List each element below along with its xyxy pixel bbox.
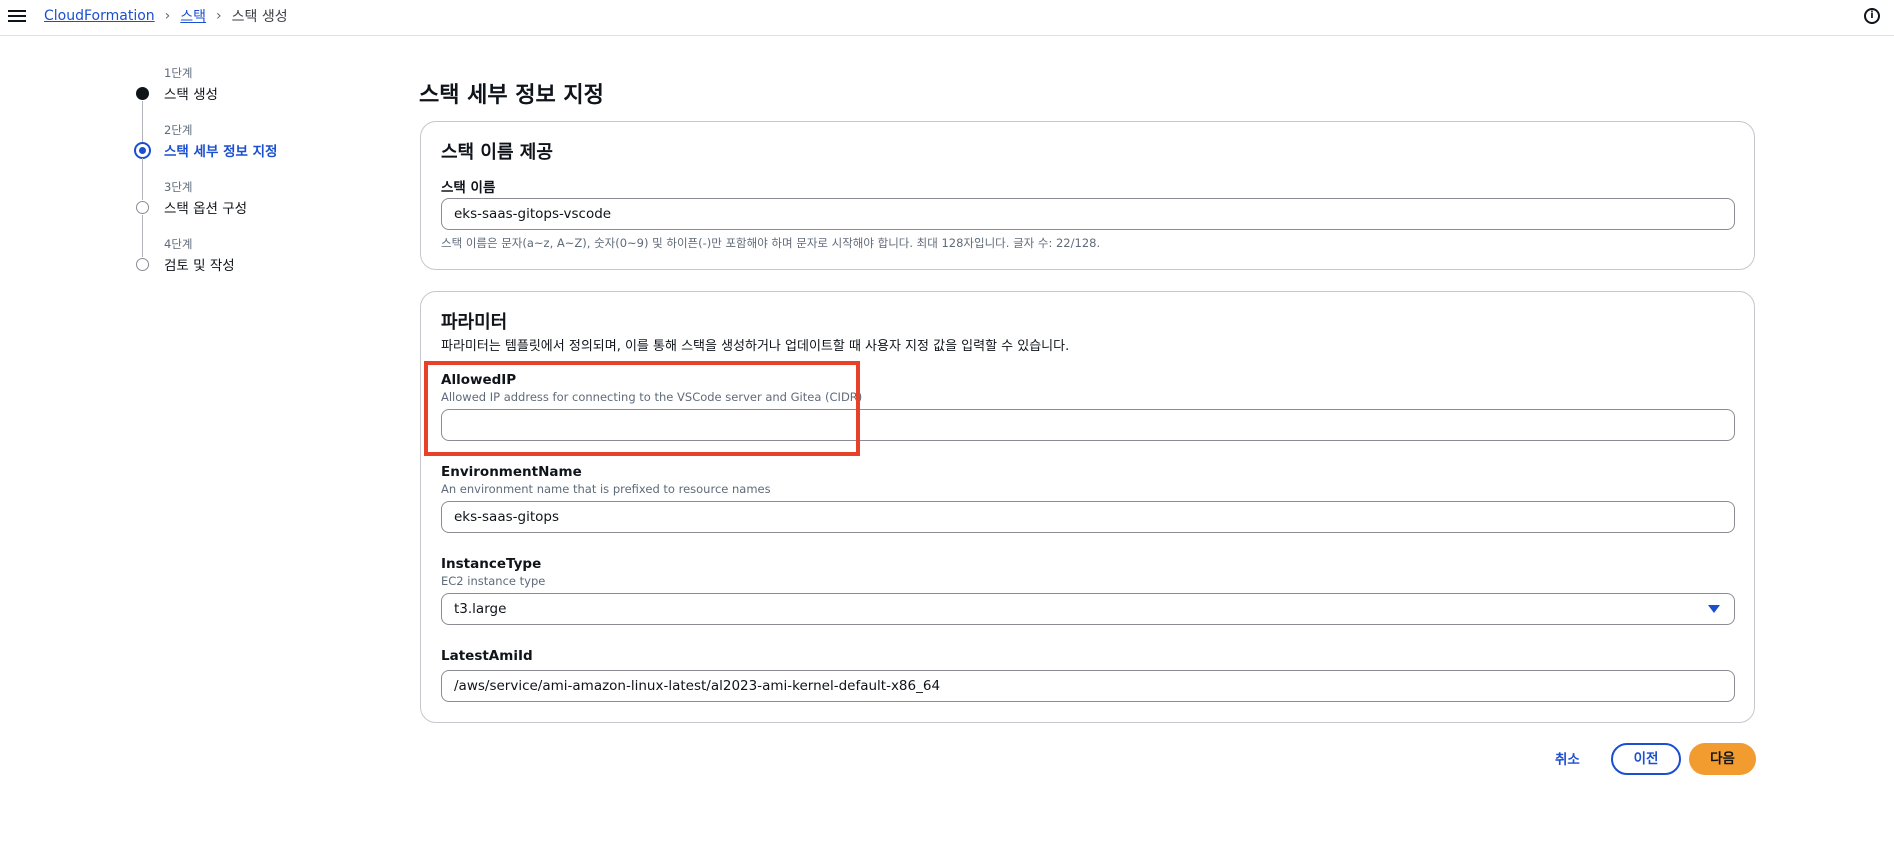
step-active-icon	[134, 142, 151, 159]
chevron-right-icon: ›	[216, 8, 222, 24]
breadcrumb: CloudFormation › 스택 › 스택 생성	[44, 6, 288, 26]
instance-type-description: EC2 instance type	[441, 574, 546, 588]
step-title: 스택 옵션 구성	[164, 201, 248, 217]
environment-name-input[interactable]: eks-saas-gitops	[441, 501, 1735, 533]
stack-name-container: 스택 이름 제공 스택 이름 eks-saas-gitops-vscode 스택…	[420, 121, 1755, 270]
hamburger-menu-icon[interactable]	[8, 7, 26, 23]
breadcrumb-current: 스택 생성	[231, 9, 288, 25]
step-number: 3단계	[164, 180, 193, 194]
stack-name-hint: 스택 이름은 문자(a~z, A~Z), 숫자(0~9) 및 하이픈(-)만 포…	[441, 236, 1101, 250]
breadcrumb-cloudformation[interactable]: CloudFormation	[44, 8, 155, 24]
wizard-steps: 1단계 스택 생성 2단계 스택 세부 정보 지정 3단계 스택 옵션 구성 4…	[134, 64, 278, 292]
next-button[interactable]: 다음	[1689, 743, 1756, 775]
caret-down-icon	[1708, 605, 1720, 613]
highlight-box	[424, 361, 860, 456]
stack-name-input[interactable]: eks-saas-gitops-vscode	[441, 198, 1735, 230]
step-4[interactable]: 4단계 검토 및 작성	[136, 236, 277, 292]
environment-name-description: An environment name that is prefixed to …	[441, 482, 771, 496]
stack-name-heading: 스택 이름 제공	[441, 142, 553, 163]
environment-name-label: EnvironmentName	[441, 464, 582, 480]
step-1[interactable]: 1단계 스택 생성	[136, 65, 277, 143]
previous-button[interactable]: 이전	[1611, 743, 1681, 775]
step-number: 2단계	[164, 123, 193, 137]
parameters-container: 파라미터 파라미터는 템플릿에서 정의되며, 이를 통해 스택을 생성하거나 업…	[420, 291, 1755, 723]
step-title: 스택 세부 정보 지정	[164, 144, 278, 160]
step-pending-icon	[136, 258, 149, 271]
page-title: 스택 세부 정보 지정	[419, 83, 604, 108]
step-number: 4단계	[164, 237, 193, 251]
step-pending-icon	[136, 201, 149, 214]
breadcrumb-stacks[interactable]: 스택	[180, 6, 206, 26]
parameters-description: 파라미터는 템플릿에서 정의되며, 이를 통해 스택을 생성하거나 업데이트할 …	[441, 339, 1070, 354]
step-2[interactable]: 2단계 스택 세부 정보 지정	[134, 122, 278, 200]
step-done-icon	[136, 87, 149, 100]
instance-type-value: t3.large	[454, 601, 507, 617]
stack-name-label: 스택 이름	[441, 180, 496, 196]
top-navigation-bar: CloudFormation › 스택 › 스택 생성 i	[0, 0, 1894, 36]
instance-type-label: InstanceType	[441, 556, 542, 572]
step-number: 1단계	[164, 66, 193, 80]
step-3[interactable]: 3단계 스택 옵션 구성	[136, 179, 277, 257]
latest-ami-id-input[interactable]: /aws/service/ami-amazon-linux-latest/al2…	[441, 670, 1735, 702]
step-title: 스택 생성	[164, 87, 218, 103]
latest-ami-id-label: LatestAmiId	[441, 648, 533, 664]
parameters-heading: 파라미터	[441, 312, 508, 333]
step-title: 검토 및 작성	[164, 258, 235, 274]
info-icon[interactable]: i	[1864, 8, 1880, 24]
instance-type-select[interactable]: t3.large	[441, 593, 1735, 625]
chevron-right-icon: ›	[164, 8, 171, 24]
cancel-button[interactable]: 취소	[1555, 748, 1580, 768]
